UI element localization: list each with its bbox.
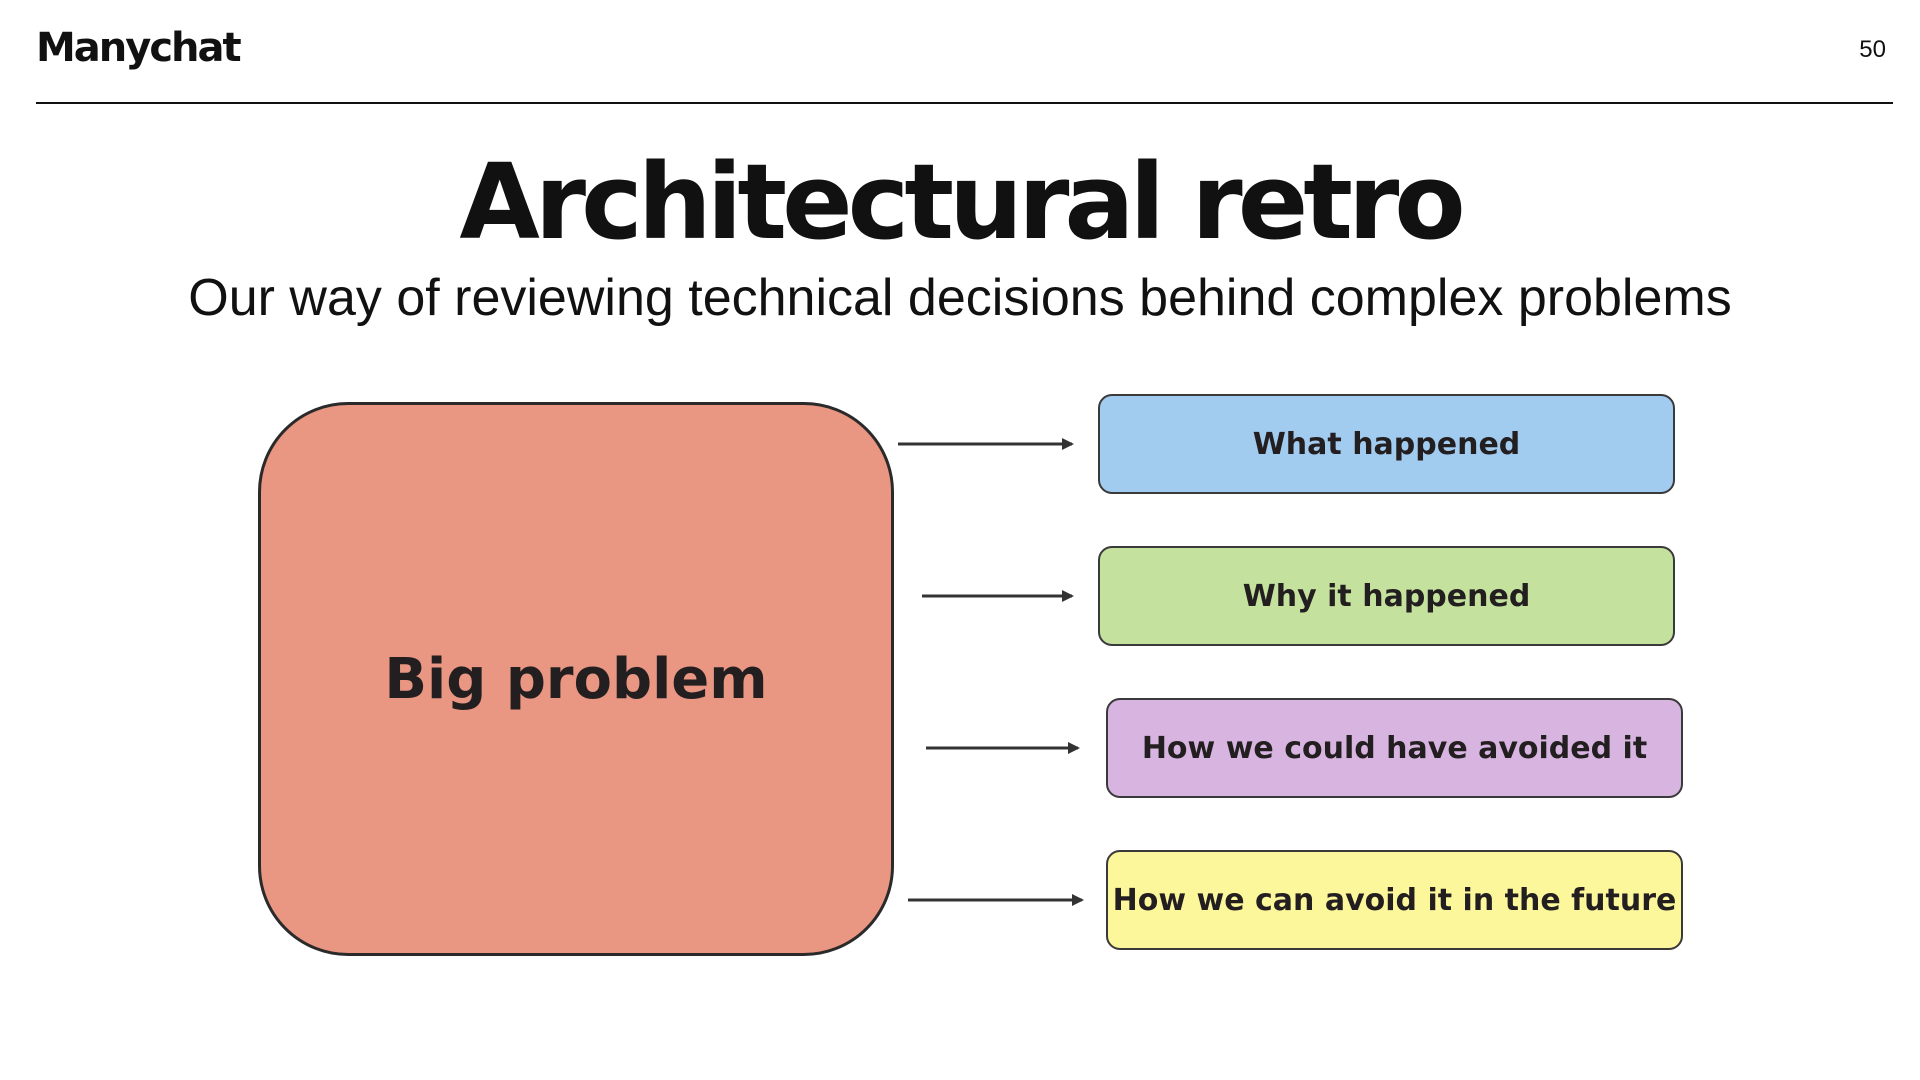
step-box-what-happened: What happened [1098,394,1675,494]
retro-diagram: Big problem What happened Why it happene… [0,0,1920,1080]
step-label-how-we-can-avoid-it-in-the-future: How we can avoid it in the future [1112,882,1677,918]
step-box-how-we-can-avoid-it-in-the-future: How we can avoid it in the future [1106,850,1683,950]
step-label-how-we-could-have-avoided-it: How we could have avoided it [1141,730,1648,766]
step-label-why-it-happened: Why it happened [1242,578,1531,614]
step-box-how-we-could-have-avoided-it: How we could have avoided it [1106,698,1683,798]
step-label-what-happened: What happened [1252,426,1521,462]
step-box-why-it-happened: Why it happened [1098,546,1675,646]
